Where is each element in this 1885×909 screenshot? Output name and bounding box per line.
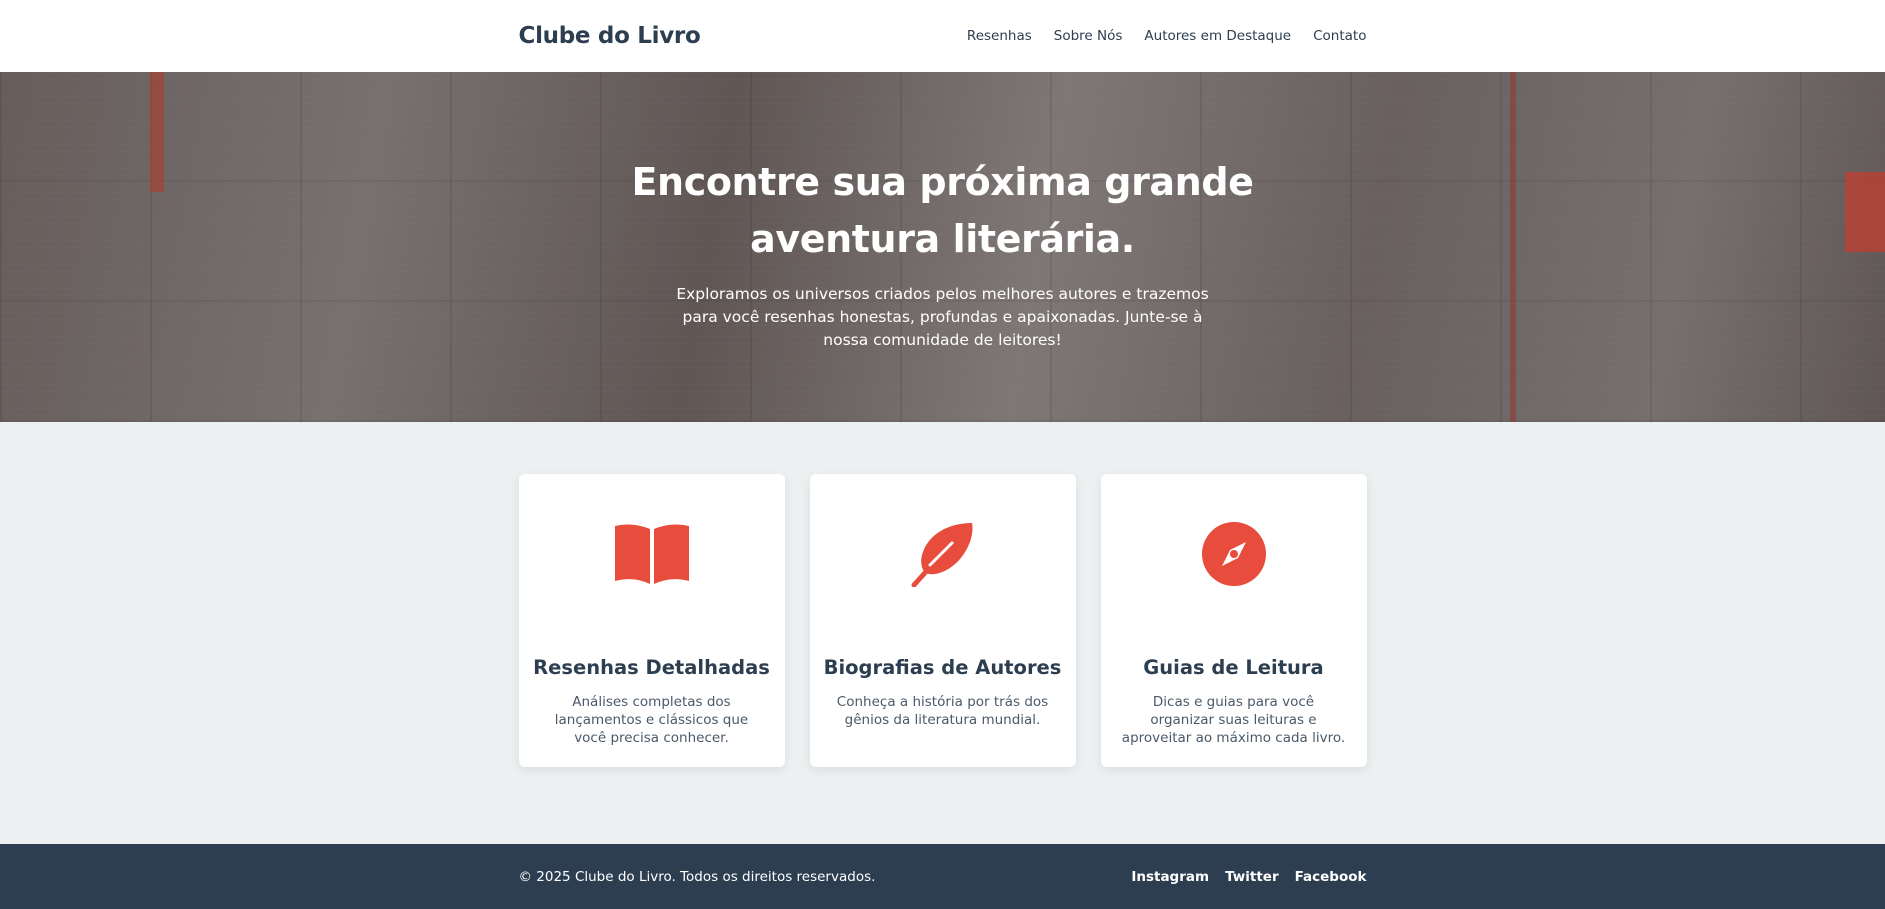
social-link-twitter[interactable]: Twitter [1225,869,1279,885]
site-logo[interactable]: Clube do Livro [519,23,701,49]
social-link-facebook[interactable]: Facebook [1295,869,1367,885]
nav-link-autores-em-destaque[interactable]: Autores em Destaque [1144,28,1291,44]
main-nav: Resenhas Sobre Nós Autores em Destaque C… [967,28,1367,44]
feature-card-biografias: Biografias de Autores Conheça a história… [809,474,1076,767]
hero-banner: Encontre sua próxima grande aventura lit… [0,72,1885,422]
feature-card-resenhas: Resenhas Detalhadas Análises completas d… [518,474,785,767]
features-section: Resenhas Detalhadas Análises completas d… [0,422,1885,767]
nav-link-sobre-nos[interactable]: Sobre Nós [1054,28,1123,44]
footer-copyright: © 2025 Clube do Livro. Todos os direitos… [518,868,876,885]
social-link-instagram[interactable]: Instagram [1131,869,1209,885]
nav-link-resenhas[interactable]: Resenhas [967,28,1032,44]
hero-subtitle: Exploramos os universos criados pelos me… [676,285,1209,349]
feature-description: Dicas e guias para você organizar suas l… [1121,694,1346,746]
feature-title: Guias de Leitura [1143,656,1324,679]
book-open-icon [519,522,785,586]
site-header: Clube do Livro Resenhas Sobre Nós Autore… [0,0,1885,72]
hero-title: Encontre sua próxima grande aventura lit… [631,160,1254,261]
feature-card-guias: Guias de Leitura Dicas e guias para você… [1100,474,1367,767]
feather-icon [810,522,1076,587]
social-links: Instagram Twitter Facebook [1131,869,1366,885]
feature-title: Resenhas Detalhadas [533,656,770,679]
nav-link-contato[interactable]: Contato [1313,28,1366,44]
compass-icon [1101,522,1367,586]
hero-content: Encontre sua próxima grande aventura lit… [0,72,1885,352]
site-footer: © 2025 Clube do Livro. Todos os direitos… [0,844,1885,909]
feature-description: Conheça a história por trás dos gênios d… [836,694,1049,728]
feature-description: Análises completas dos lançamentos e clá… [554,694,749,746]
feature-title: Biografias de Autores [823,656,1062,679]
